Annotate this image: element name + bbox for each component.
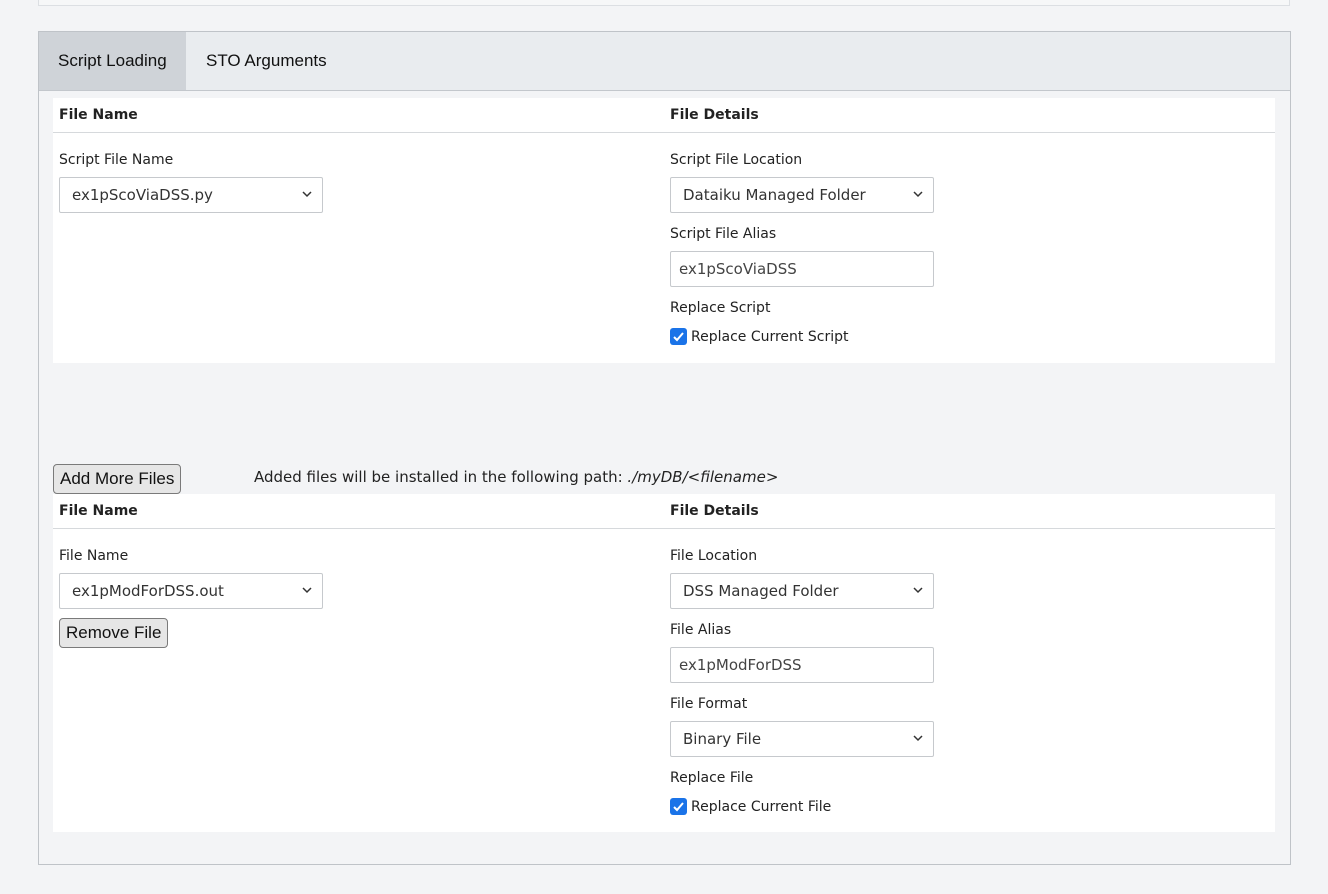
replace-script-label: Replace Script xyxy=(670,300,771,316)
script-file-card: File Name File Details Script File Name … xyxy=(53,98,1275,363)
replace-current-script-checkbox[interactable] xyxy=(670,328,687,345)
added-files-path-note: Added files will be installed in the fol… xyxy=(254,468,778,486)
tab-sto-arguments[interactable]: STO Arguments xyxy=(187,32,346,90)
file-details-column-header: File Details xyxy=(670,503,759,519)
file-alias-input[interactable] xyxy=(670,647,934,683)
file-format-label: File Format xyxy=(670,696,748,712)
replace-current-file-checkbox[interactable] xyxy=(670,798,687,815)
script-loading-panel: Script Loading STO Arguments File Name F… xyxy=(38,31,1291,865)
top-strip xyxy=(38,0,1290,6)
chevron-down-icon xyxy=(913,735,923,742)
file-name-column-header: File Name xyxy=(59,107,138,123)
add-more-files-button[interactable]: Add More Files xyxy=(53,464,182,494)
file-name-label: File Name xyxy=(59,548,129,564)
replace-current-script-text: Replace Current Script xyxy=(691,328,849,345)
script-file-location-value: Dataiku Managed Folder xyxy=(683,186,866,204)
file-name-select[interactable]: ex1pModForDSS.out xyxy=(59,573,323,609)
script-file-location-label: Script File Location xyxy=(670,152,803,168)
added-files-note-text: Added files will be installed in the fol… xyxy=(254,468,628,486)
script-file-alias-label: Script File Alias xyxy=(670,226,777,242)
chevron-down-icon xyxy=(302,191,312,198)
replace-file-row: Replace Current File xyxy=(670,798,831,815)
chevron-down-icon xyxy=(913,191,923,198)
chevron-down-icon xyxy=(913,587,923,594)
tab-bar: Script Loading STO Arguments xyxy=(39,32,1290,91)
remove-file-button[interactable]: Remove File xyxy=(59,618,169,648)
script-file-location-select[interactable]: Dataiku Managed Folder xyxy=(670,177,934,213)
script-file-name-select[interactable]: ex1pScoViaDSS.py xyxy=(59,177,323,213)
replace-current-file-text: Replace Current File xyxy=(691,798,832,815)
header-divider xyxy=(53,528,1275,529)
replace-file-label: Replace File xyxy=(670,770,754,786)
file-location-value: DSS Managed Folder xyxy=(683,582,839,600)
file-format-value: Binary File xyxy=(683,730,762,748)
checkmark-icon xyxy=(673,802,684,812)
header-divider xyxy=(53,132,1275,133)
chevron-down-icon xyxy=(302,587,312,594)
script-file-name-label: Script File Name xyxy=(59,152,174,168)
checkmark-icon xyxy=(673,332,684,342)
file-details-column-header: File Details xyxy=(670,107,759,123)
file-location-select[interactable]: DSS Managed Folder xyxy=(670,573,934,609)
file-name-column-header: File Name xyxy=(59,503,138,519)
file-location-label: File Location xyxy=(670,548,758,564)
file-format-select[interactable]: Binary File xyxy=(670,721,934,757)
file-name-value: ex1pModForDSS.out xyxy=(72,582,224,600)
script-file-alias-input[interactable] xyxy=(670,251,934,287)
tab-script-loading[interactable]: Script Loading xyxy=(39,32,186,90)
file-alias-label: File Alias xyxy=(670,622,732,638)
replace-script-row: Replace Current Script xyxy=(670,328,848,345)
additional-file-card: File Name File Details File Name ex1pMod… xyxy=(53,494,1275,832)
script-file-name-value: ex1pScoViaDSS.py xyxy=(72,186,213,204)
added-files-path: ./myDB/<filename> xyxy=(627,468,779,486)
